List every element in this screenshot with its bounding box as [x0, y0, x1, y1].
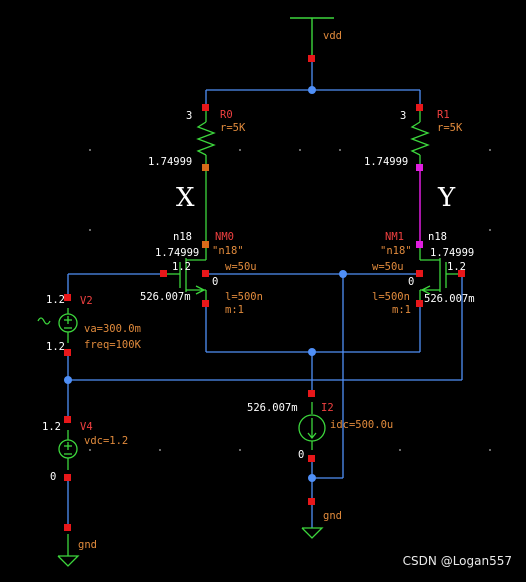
v4-top-voltage: 1.2 — [42, 421, 61, 433]
resistor-r0[interactable] — [196, 108, 216, 168]
vsource-v2[interactable] — [37, 308, 78, 343]
nm1-drain-voltage: 1.74999 — [430, 247, 474, 259]
nm0-drain-voltage: 1.74999 — [155, 247, 199, 259]
vdd-label: vdd — [323, 30, 342, 42]
r0-top-node: 3 — [186, 110, 192, 122]
nm0-model: "n18" — [212, 245, 244, 257]
r0-value: r=5K — [220, 122, 246, 134]
v4-bottom-voltage: 0 — [50, 471, 56, 483]
v4-vdc: vdc=1.2 — [84, 435, 128, 447]
gnd-symbol-left[interactable] — [57, 534, 80, 567]
watermark: CSDN @Logan557 — [402, 554, 512, 568]
nm0-source-voltage: 526.007m — [140, 291, 191, 303]
nm0-l: l=500n — [225, 291, 263, 303]
v2-va: va=300.0m — [84, 323, 141, 335]
v2-bottom-voltage: 1.2 — [46, 341, 65, 353]
nm1-name: NM1 — [385, 231, 404, 243]
gnd-left-label: gnd — [78, 539, 97, 551]
nm0-name: NM0 — [215, 231, 234, 243]
nm1-source-voltage: 526.007m — [424, 293, 475, 305]
i2-top-voltage: 526.007m — [247, 402, 298, 414]
nm0-gate-voltage: 1.2 — [172, 261, 191, 273]
v2-freq: freq=100K — [84, 339, 142, 351]
i2-name: I2 — [321, 402, 334, 414]
nm1-w: w=50u — [372, 261, 404, 273]
node-x-label: X — [176, 183, 195, 213]
nm1-bulk: 0 — [408, 276, 414, 288]
i2-idc: idc=500.0u — [330, 419, 393, 431]
schematic-svg: vdd 3 R0 r=5K 1.74999 3 R1 r=5K 1.74999 … — [37, 17, 491, 567]
nm0-m: m:1 — [225, 304, 244, 316]
v4-name: V4 — [80, 421, 93, 433]
r1-top-node: 3 — [400, 110, 406, 122]
nm1-model: "n18" — [380, 245, 412, 257]
vsource-v4[interactable] — [58, 430, 78, 470]
i2-bottom-voltage: 0 — [298, 449, 304, 461]
nm0-model-tag: n18 — [173, 231, 192, 243]
nm0-w: w=50u — [225, 261, 257, 273]
schematic-canvas[interactable]: vdd 3 R0 r=5K 1.74999 3 R1 r=5K 1.74999 … — [0, 0, 526, 582]
r1-name: R1 — [437, 109, 450, 121]
nm1-m: m:1 — [392, 304, 411, 316]
v2-name: V2 — [80, 295, 93, 307]
gnd-symbol-mid[interactable] — [301, 527, 324, 539]
r1-bottom-voltage: 1.74999 — [364, 156, 408, 168]
r0-name: R0 — [220, 109, 233, 121]
nm1-model-tag: n18 — [428, 231, 447, 243]
nm1-l: l=500n — [372, 291, 410, 303]
node-y-label: Y — [437, 183, 456, 213]
nm0-bulk: 0 — [212, 276, 218, 288]
r1-value: r=5K — [437, 122, 463, 134]
v2-top-voltage: 1.2 — [46, 294, 65, 306]
junction-dots — [64, 86, 347, 482]
resistor-r1[interactable] — [410, 108, 430, 168]
r0-bottom-voltage: 1.74999 — [148, 156, 192, 168]
gnd-mid-label: gnd — [323, 510, 342, 522]
